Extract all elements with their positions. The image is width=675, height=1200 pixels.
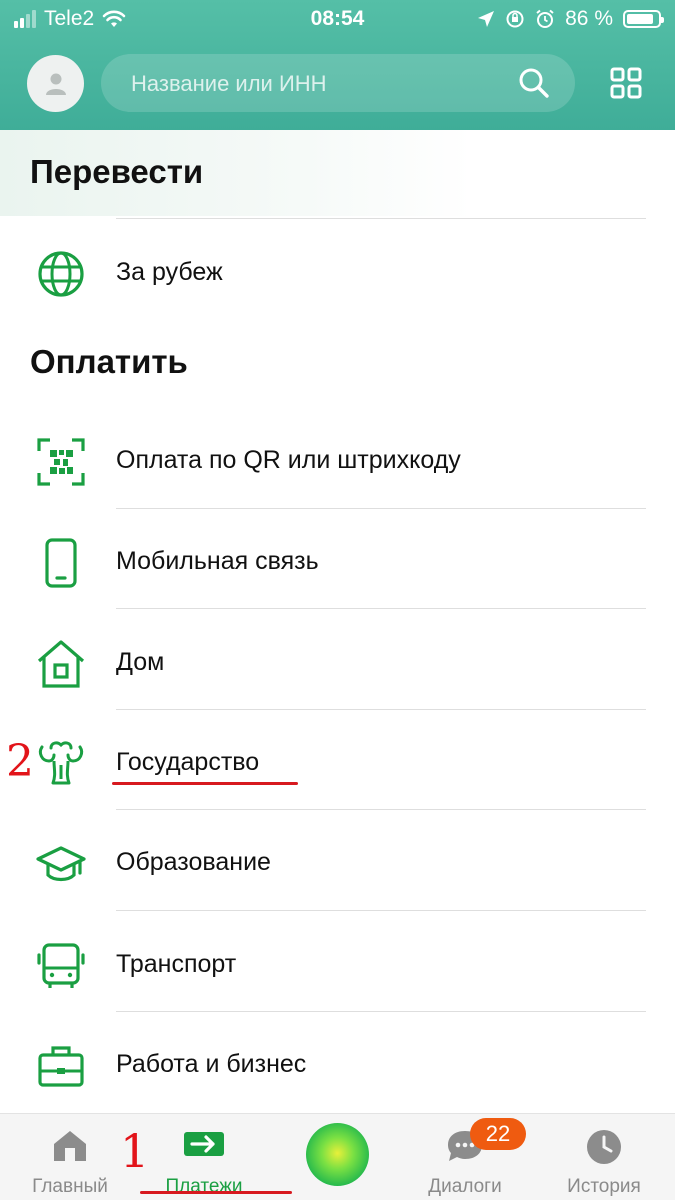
battery-percent: 86 % [565, 7, 613, 30]
home-icon [54, 1131, 86, 1161]
battery-icon [623, 10, 664, 28]
house-icon [37, 640, 85, 688]
tab-main[interactable]: Главный [14, 1114, 126, 1200]
divider [116, 809, 646, 810]
unread-badge: 22 [470, 1118, 526, 1150]
profile-avatar-button[interactable] [27, 55, 84, 112]
search-input[interactable]: Название или ИНН [131, 71, 327, 97]
list-item-label: Образование [116, 848, 271, 876]
tab-history[interactable]: История [548, 1114, 660, 1200]
divider [116, 1011, 646, 1012]
status-bar: Tele2 08:54 86 % [0, 0, 675, 38]
bus-icon [37, 943, 85, 988]
clock-icon [587, 1130, 621, 1164]
annotation-underline-state [112, 782, 298, 785]
tab-payments[interactable]: Платежи [148, 1114, 260, 1200]
list-item-label: Мобильная связь [116, 547, 319, 575]
list-item-transport[interactable]: Транспорт [0, 914, 675, 1014]
transfer-section-header: Перевести [0, 130, 675, 216]
graduation-cap-icon [36, 846, 86, 882]
list-item-label: За рубеж [116, 258, 223, 286]
state-emblem-icon [38, 741, 84, 785]
status-right: 86 % [477, 7, 664, 31]
user-icon [45, 73, 66, 95]
section-title-transfer: Перевести [30, 153, 204, 190]
search-icon[interactable] [517, 66, 551, 100]
list-item-home[interactable]: Дом [0, 612, 675, 712]
globe-icon [38, 251, 84, 297]
tab-label: История [567, 1176, 641, 1197]
search-field[interactable]: Название или ИНН [101, 54, 575, 112]
divider [116, 910, 646, 911]
assistant-orb-icon[interactable] [306, 1123, 369, 1186]
list-item-label: Работа и бизнес [116, 1050, 307, 1078]
mobile-phone-icon [45, 538, 77, 588]
divider [116, 218, 646, 219]
list-item-qr-payment[interactable]: Оплата по QR или штрихкоду [0, 410, 675, 510]
list-item-work-business[interactable]: Работа и бизнес [0, 1014, 675, 1114]
briefcase-icon [38, 1046, 84, 1087]
location-arrow-icon [478, 11, 495, 27]
grid-menu-icon[interactable] [610, 67, 642, 99]
qr-scan-icon [37, 438, 85, 486]
tab-label: Главный [32, 1176, 108, 1197]
list-item-state[interactable]: Государство [0, 712, 675, 812]
app-header: Tele2 08:54 86 % Название или ИНН [0, 0, 675, 130]
section-title-pay: Оплатить [30, 343, 188, 380]
annotation-underline-payments [140, 1191, 292, 1194]
annotation-marker-2: 2 [6, 736, 34, 787]
divider [116, 709, 646, 710]
orientation-lock-icon [506, 10, 524, 28]
battery-level [627, 14, 653, 24]
list-item-label: Дом [116, 648, 165, 676]
tab-label: Платежи [165, 1176, 243, 1197]
list-item-abroad[interactable]: За рубеж [0, 222, 675, 322]
annotation-marker-1: 1 [120, 1124, 150, 1178]
alarm-icon [536, 9, 554, 28]
list-item-education[interactable]: Образование [0, 812, 675, 912]
tab-label: Диалоги [428, 1176, 502, 1197]
divider [116, 508, 646, 509]
list-item-label: Транспорт [116, 950, 237, 978]
list-item-mobile[interactable]: Мобильная связь [0, 511, 675, 611]
list-item-label: Государство [116, 748, 260, 776]
divider [116, 608, 646, 609]
payments-arrow-icon [184, 1132, 224, 1156]
list-item-label: Оплата по QR или штрихкоду [116, 446, 461, 474]
